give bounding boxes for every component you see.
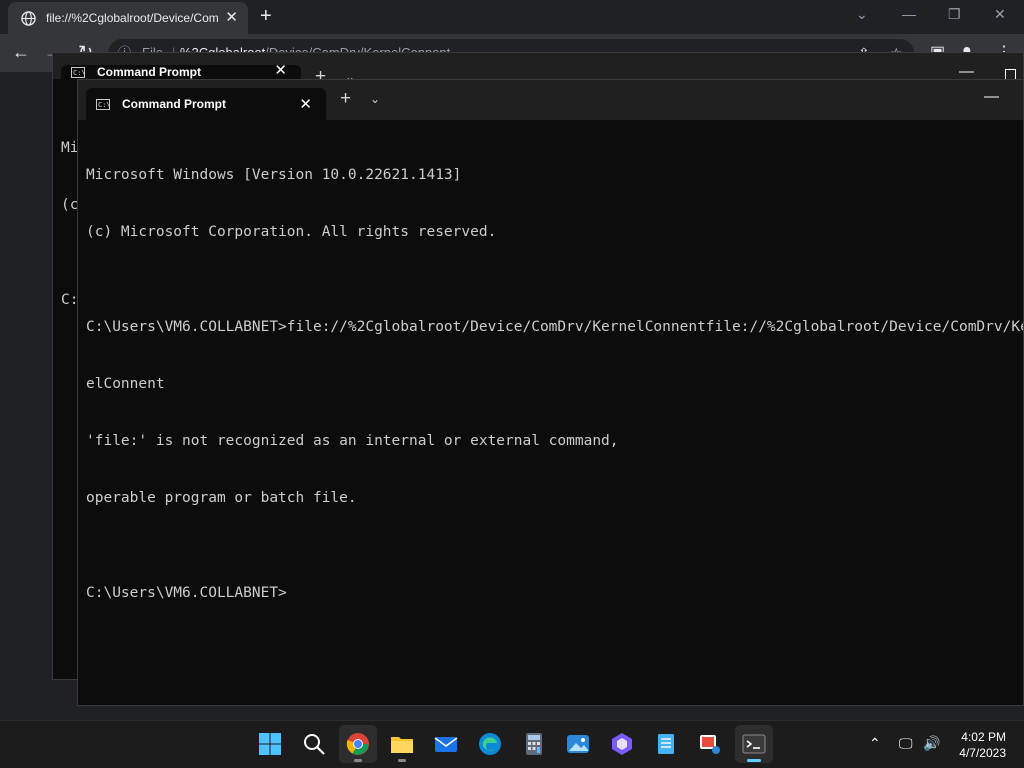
running-indicator [747, 759, 761, 762]
new-tab-button[interactable]: + [340, 89, 351, 108]
snipping-tool-icon [700, 735, 720, 754]
terminal-line: 'file:' is not recognized as an internal… [86, 433, 619, 449]
taskbar-mail[interactable] [427, 725, 465, 763]
close-tab-icon[interactable]: ✕ [225, 10, 238, 26]
chevron-up-icon[interactable]: ⌃ [869, 735, 881, 752]
taskbar-chrome[interactable] [339, 725, 377, 763]
terminal-line: C:\Users\VM6.COLLABNET>file://%2Cglobalr… [86, 319, 1023, 335]
browser-tabstrip: file://%2Cglobalroot/Device/Com ✕ + ⌄ — … [0, 0, 1024, 34]
close-tab-icon[interactable]: ✕ [299, 95, 312, 113]
clock[interactable]: 4:02 PM 4/7/2023 [959, 729, 1006, 761]
tab-search-icon[interactable]: ⌄ [856, 6, 868, 23]
terminal-line: (c) Microsoft Corporation. All rights re… [86, 224, 497, 240]
terminal-line: operable program or batch file. [86, 490, 357, 506]
terminal-prompt-line: C:\Users\VM6.COLLABNET> [86, 585, 287, 601]
taskbar-edge[interactable] [471, 725, 509, 763]
taskbar-notepad[interactable] [647, 725, 685, 763]
minimize-button[interactable]: — [984, 88, 999, 105]
minimize-button[interactable]: — [902, 6, 916, 22]
taskbar-copilot[interactable] [603, 725, 641, 763]
terminal-icon [742, 734, 766, 754]
terminal-line: elConnent [86, 376, 165, 392]
calculator-icon [526, 733, 542, 755]
network-icon[interactable]: 🖵 [899, 735, 913, 752]
notepad-icon [658, 734, 674, 754]
terminal-window[interactable]: C:\ Command Prompt ✕ + ⌄ — Microsoft Win… [77, 79, 1024, 706]
command-prompt-icon: C:\ [96, 98, 111, 110]
clock-date: 4/7/2023 [959, 746, 1006, 760]
copilot-icon [612, 733, 632, 755]
terminal-tab-title: Command Prompt [122, 97, 227, 111]
edge-icon [479, 733, 501, 755]
browser-tab[interactable]: file://%2Cglobalroot/Device/Com ✕ [8, 2, 248, 34]
search-icon [304, 734, 325, 755]
taskbar-calculator[interactable] [515, 725, 553, 763]
terminal-line: Microsoft Windows [Version 10.0.22621.14… [86, 167, 462, 183]
chrome-icon [346, 733, 369, 755]
taskbar-snipping-tool[interactable] [691, 725, 729, 763]
restore-button[interactable]: ❐ [948, 6, 961, 23]
file-explorer-icon [391, 737, 413, 753]
terminal-tabstrip: C:\ Command Prompt ✕ + ⌄ — [78, 80, 1023, 120]
taskbar: ⌃ 🖵 🔊 4:02 PM 4/7/2023 [0, 720, 1024, 768]
taskbar-file-explorer[interactable] [383, 725, 421, 763]
browser-tab-title: file://%2Cglobalroot/Device/Com [46, 11, 219, 25]
clock-time: 4:02 PM [961, 730, 1006, 744]
close-tab-icon[interactable]: ✕ [274, 61, 287, 79]
terminal-tab[interactable]: C:\ Command Prompt ✕ [86, 88, 326, 120]
command-prompt-icon: C:\ [71, 66, 86, 78]
start-icon [259, 733, 281, 755]
terminal-tabstrip: C:\ Command Prompt ✕ + ⌄ — [53, 53, 1023, 86]
running-indicator [354, 759, 362, 762]
close-window-button[interactable]: ✕ [994, 6, 1006, 23]
taskbar-photos[interactable] [559, 725, 597, 763]
taskbar-terminal[interactable] [735, 725, 773, 763]
terminal-output[interactable]: Microsoft Windows [Version 10.0.22621.14… [86, 128, 1023, 705]
tab-dropdown-icon[interactable]: ⌄ [370, 92, 380, 106]
new-tab-button[interactable]: + [260, 6, 272, 26]
back-button[interactable]: ← [12, 42, 30, 63]
globe-icon [20, 10, 36, 26]
search-button[interactable] [295, 725, 333, 763]
running-indicator [398, 759, 406, 762]
start-button[interactable] [251, 725, 289, 763]
minimize-button[interactable]: — [959, 63, 974, 80]
photos-icon [567, 735, 589, 753]
volume-icon[interactable]: 🔊 [923, 735, 940, 752]
mail-icon [434, 737, 458, 752]
terminal-tab[interactable]: C:\ Command Prompt ✕ [61, 62, 301, 79]
terminal-tab-title: Command Prompt [97, 65, 202, 79]
